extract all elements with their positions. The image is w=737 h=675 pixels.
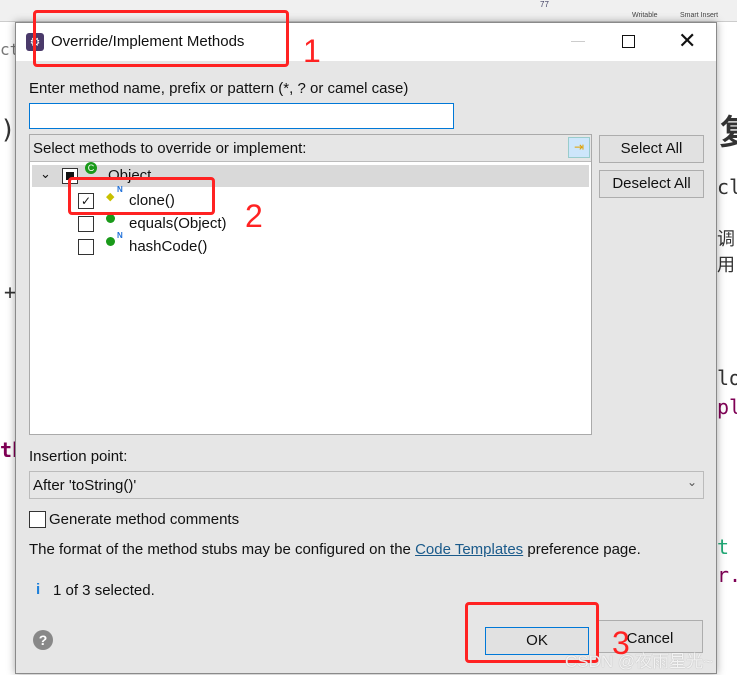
chevron-down-icon[interactable]: ⌄: [40, 166, 51, 182]
tree-row-equals[interactable]: equals(Object): [78, 214, 378, 234]
format-text-post: preference page.: [523, 541, 641, 558]
format-text-pre: The format of the method stubs may be co…: [29, 541, 416, 558]
info-icon: i: [36, 581, 41, 598]
public-method-icon: [106, 237, 115, 246]
chevron-down-icon: ⌄: [686, 475, 697, 489]
insertion-point-value: After 'toString()': [33, 477, 137, 494]
class-icon: C: [85, 162, 97, 174]
method-label: equals(Object): [129, 215, 227, 232]
watermark: CSDN @夜雨星光~: [565, 652, 714, 671]
tree-row-hashcode[interactable]: N hashCode(): [78, 231, 378, 257]
minimize-icon[interactable]: [571, 41, 585, 42]
annotation-box-1: [33, 10, 289, 67]
bg-text: 复: [720, 105, 737, 154]
deselect-all-button[interactable]: Deselect All: [599, 170, 704, 198]
tree-header: Select methods to override or implement:…: [30, 135, 591, 162]
bg-text: pl: [717, 395, 737, 419]
insertion-point-select[interactable]: After 'toString()' ⌄: [29, 471, 704, 499]
bg-text: t: [717, 535, 730, 559]
ruler-value: 77: [540, 0, 549, 9]
insertion-point-label: Insertion point:: [29, 448, 128, 465]
generate-comments-label[interactable]: Generate method comments: [49, 511, 239, 528]
bg-text: clo: [717, 175, 737, 199]
maximize-button[interactable]: [622, 35, 635, 48]
help-icon[interactable]: ?: [33, 630, 53, 650]
annotation-number-2: 2: [245, 198, 263, 234]
bg-text: ): [0, 115, 16, 145]
close-button[interactable]: ✕: [678, 28, 696, 54]
method-label: hashCode(): [129, 238, 208, 255]
filter-input[interactable]: [29, 103, 454, 129]
select-all-button[interactable]: Select All: [599, 135, 704, 163]
generate-comments-checkbox[interactable]: [29, 511, 46, 528]
override-implement-dialog: ⚙ Override/Implement Methods ✕ Enter met…: [15, 22, 717, 674]
native-marker-icon: N: [117, 231, 123, 240]
filter-label: Enter method name, prefix or pattern (*,…: [29, 80, 409, 97]
bg-text: 调用: [717, 229, 735, 276]
format-info-text: The format of the method stubs may be co…: [29, 541, 641, 558]
status-insert: Smart Insert: [680, 12, 719, 19]
selection-status: 1 of 3 selected.: [53, 582, 155, 599]
code-templates-link[interactable]: Code Templates: [415, 541, 523, 558]
bg-text: lor: [717, 366, 737, 390]
hashcode-checkbox[interactable]: [78, 239, 94, 255]
bg-text: r.: [717, 563, 737, 587]
public-method-icon: [106, 214, 115, 223]
sort-by-type-icon[interactable]: ⇥: [568, 137, 590, 158]
equals-checkbox[interactable]: [78, 216, 94, 232]
annotation-box-2: [68, 177, 215, 215]
tree-label: Select methods to override or implement:: [33, 140, 307, 157]
annotation-number-1: 1: [303, 33, 321, 69]
status-writable: Writable: [632, 12, 658, 19]
